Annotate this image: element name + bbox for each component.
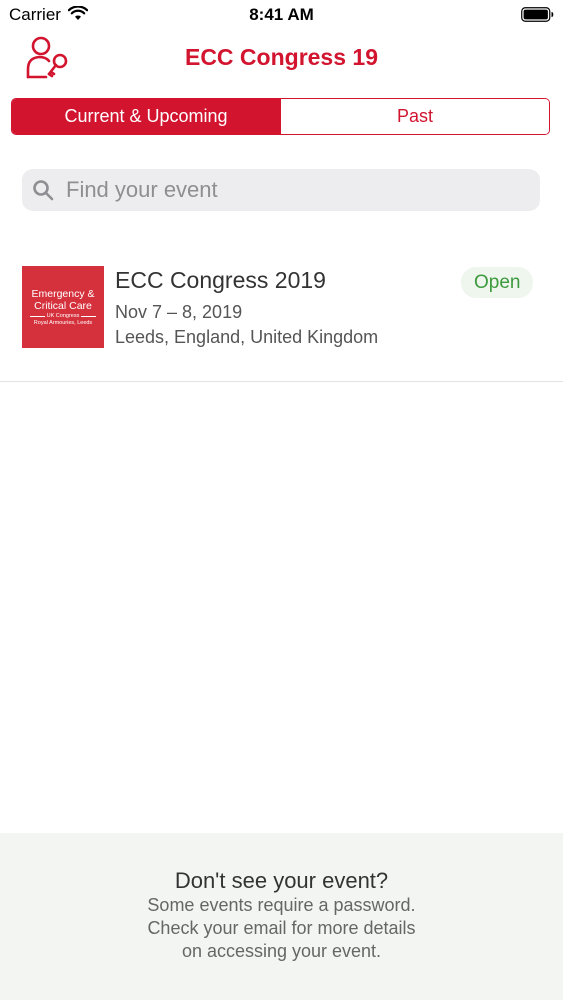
- battery-icon: [521, 7, 554, 27]
- navigation-bar: ECC Congress 19: [0, 30, 563, 88]
- thumbnail-line-3: UK Congress: [28, 313, 98, 320]
- event-thumbnail: Emergency & Critical Care UK Congress Ro…: [22, 266, 104, 348]
- footer-line-2: Check your email for more details: [147, 918, 416, 938]
- status-bar: Carrier 8:41 AM: [0, 0, 563, 30]
- search-bar: [22, 169, 540, 211]
- tab-current-upcoming[interactable]: Current & Upcoming: [12, 99, 280, 134]
- event-location: Leeds, England, United Kingdom: [115, 327, 379, 347]
- tab-past[interactable]: Past: [280, 99, 549, 134]
- status-badge: Open: [461, 267, 534, 298]
- event-filter-segmented-control: Current & Upcoming Past: [11, 98, 550, 135]
- thumbnail-line-2: Critical Care: [34, 299, 92, 312]
- footer-title: Don't see your event?: [174, 868, 389, 893]
- clock: 8:41 AM: [249, 5, 314, 24]
- thumbnail-line-1: Emergency &: [31, 287, 95, 300]
- event-name: ECC Congress 2019: [115, 267, 326, 293]
- page-title: ECC Congress 19: [184, 44, 378, 70]
- footer-line-1: Some events require a password.: [147, 895, 416, 915]
- event-list-item[interactable]: Emergency & Critical Care UK Congress Ro…: [0, 240, 563, 382]
- help-footer: Don't see your event? Some events requir…: [0, 833, 563, 1000]
- footer-line-3: on accessing your event.: [181, 941, 382, 961]
- search-input[interactable]: [64, 176, 508, 204]
- search-icon: [32, 179, 54, 201]
- event-dates: Nov 7 – 8, 2019: [115, 302, 243, 322]
- thumbnail-line-4: Royal Armouries, Leeds: [33, 319, 93, 326]
